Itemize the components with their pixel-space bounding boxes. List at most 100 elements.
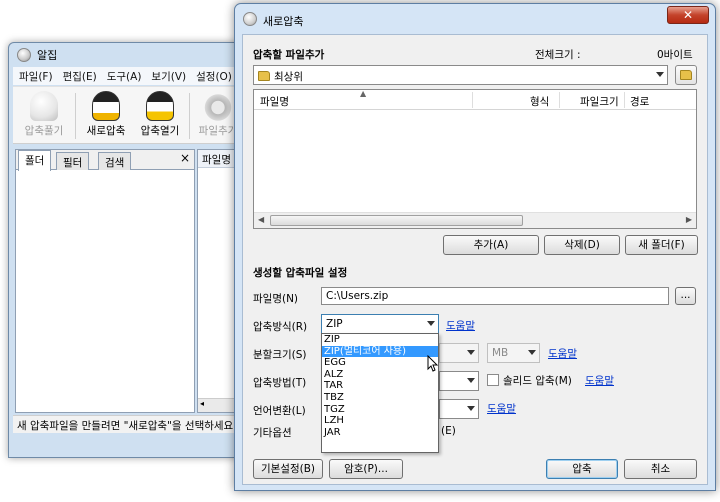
scroll-thumb[interactable]: [270, 215, 523, 226]
method-option-zip[interactable]: ZIP: [322, 334, 438, 346]
chevron-down-icon: [467, 378, 475, 383]
column-path[interactable]: 경로: [630, 94, 649, 109]
main-window-title: 알집: [37, 49, 58, 62]
add-button[interactable]: 추가(A): [443, 235, 539, 255]
column-type[interactable]: 형식: [530, 94, 549, 109]
close-button[interactable]: ✕: [667, 6, 709, 24]
location-combo[interactable]: 최상위: [253, 65, 668, 85]
solid-checkbox[interactable]: [487, 374, 499, 386]
method-option-alz[interactable]: ALZ: [322, 369, 438, 381]
main-window: 알집 파일(F) 편집(E) 도구(A) 보기(V) 설정(O) 압축풀기 새로…: [8, 42, 240, 458]
folder-up-icon: [680, 70, 692, 80]
alzip-app-icon: [17, 48, 31, 62]
solid-help-link[interactable]: 도움말: [585, 373, 614, 388]
split-unit-combo[interactable]: MB: [487, 343, 540, 363]
total-size-label: 전체크기 :: [535, 49, 581, 61]
file-list-header: ▲ 파일명 형식 파일크기 경로: [254, 89, 696, 110]
chevron-down-icon: [427, 321, 435, 326]
folder-up-button[interactable]: [675, 65, 697, 85]
column-divider: [624, 92, 625, 108]
tab-search[interactable]: 검색: [98, 152, 132, 170]
new-archive-button[interactable]: 새로압축: [77, 91, 135, 138]
other-options-label: 기타옵션: [253, 427, 292, 439]
file-list[interactable]: ▲ 파일명 형식 파일크기 경로 ◀ ▶: [253, 89, 697, 229]
solid-label: 솔리드 압축(M): [503, 375, 572, 387]
browse-button[interactable]: ...: [675, 287, 696, 305]
new-folder-button[interactable]: 새 폴더(F): [625, 235, 698, 255]
method-option-tar[interactable]: TAR: [322, 380, 438, 392]
main-titlebar: 알집: [17, 46, 57, 64]
filename-input[interactable]: C:\Users.zip: [321, 287, 669, 305]
method-option-zip-multicore[interactable]: ZIP(멀티코어 사용): [322, 345, 438, 358]
method-value: ZIP: [326, 318, 343, 330]
menu-edit[interactable]: 편집(E): [63, 69, 97, 84]
language-combo[interactable]: [439, 399, 479, 419]
chevron-down-icon: [528, 350, 536, 355]
compress-method-label: 압축방법(T): [253, 377, 307, 389]
folder-panel: 폴더 필터 검색 ×: [15, 149, 195, 413]
settings-section-label: 생성할 압축파일 설정: [253, 267, 348, 279]
compress-level-combo[interactable]: [439, 371, 479, 391]
cancel-button[interactable]: 취소: [624, 459, 697, 479]
new-archive-dialog: 새로압축 ✕ 압축할 파일추가 전체크기 : 0바이트 최상위 ▲ 파일명 형식…: [234, 3, 716, 491]
main-toolbar: 압축풀기 새로압축 압축열기 파일추가: [13, 86, 239, 144]
file-list-hscrollbar[interactable]: ◀ ▶: [254, 212, 696, 228]
menu-view[interactable]: 보기(V): [151, 69, 186, 84]
egg-icon: [30, 91, 58, 121]
status-bar: 새 압축파일을 만들려면 "새로압축"을 선택하세요: [13, 415, 239, 433]
other-options-suffix: (E): [441, 425, 456, 437]
dialog-client: 압축할 파일추가 전체크기 : 0바이트 최상위 ▲ 파일명 형식 파일크기 경…: [242, 34, 708, 485]
tab-filter[interactable]: 필터: [56, 152, 90, 170]
language-help-link[interactable]: 도움말: [487, 401, 516, 416]
mouse-cursor-icon: [427, 355, 439, 372]
penguin-open-icon: [146, 91, 174, 121]
column-divider: [472, 92, 473, 108]
method-option-lzh[interactable]: LZH: [322, 415, 438, 427]
method-combo[interactable]: ZIP: [321, 314, 439, 334]
chevron-down-icon: [467, 406, 475, 411]
column-filename[interactable]: 파일명: [260, 94, 289, 109]
compress-button[interactable]: 압축: [546, 459, 618, 479]
folder-icon: [258, 71, 270, 81]
toolbar-separator: [75, 93, 76, 139]
menu-file[interactable]: 파일(F): [19, 69, 53, 84]
split-label: 분할크기(S): [253, 349, 307, 361]
split-size-combo[interactable]: [439, 343, 479, 363]
chevron-down-icon: [656, 72, 664, 77]
method-option-tgz[interactable]: TGZ: [322, 404, 438, 416]
menu-settings[interactable]: 설정(O): [196, 69, 232, 84]
method-label: 압축방식(R): [253, 321, 308, 333]
extract-button[interactable]: 압축풀기: [15, 91, 73, 138]
close-icon: ✕: [682, 8, 694, 22]
close-icon[interactable]: ×: [180, 151, 190, 165]
preferences-button[interactable]: 기본설정(B): [253, 459, 323, 479]
dialog-titlebar: 새로압축 ✕: [235, 4, 715, 34]
chevron-down-icon: [467, 350, 475, 355]
menu-tools[interactable]: 도구(A): [107, 69, 142, 84]
total-size-value: 0바이트: [657, 49, 693, 61]
split-help-link[interactable]: 도움말: [548, 346, 577, 361]
column-size[interactable]: 파일크기: [580, 94, 619, 109]
scroll-left-icon[interactable]: ◀: [258, 215, 264, 224]
method-dropdown-list[interactable]: ZIP ZIP(멀티코어 사용) EGG ALZ TAR TBZ TGZ LZH…: [321, 333, 439, 453]
column-divider: [559, 92, 560, 108]
method-help-link[interactable]: 도움말: [446, 318, 475, 333]
panel-tabs: 폴더 필터 검색 ×: [16, 150, 194, 171]
main-menubar: 파일(F) 편집(E) 도구(A) 보기(V) 설정(O): [13, 67, 239, 85]
password-button[interactable]: 암호(P)...: [329, 459, 403, 479]
alzip-app-icon: [243, 12, 257, 26]
delete-button[interactable]: 삭제(D): [544, 235, 620, 255]
method-option-tbz[interactable]: TBZ: [322, 392, 438, 404]
scroll-right-icon[interactable]: ▶: [686, 215, 692, 224]
filename-label: 파일명(N): [253, 293, 299, 305]
method-option-jar[interactable]: JAR: [322, 427, 438, 439]
open-archive-button[interactable]: 압축열기: [131, 91, 189, 138]
penguin-new-icon: [92, 91, 120, 121]
tab-folder[interactable]: 폴더: [18, 150, 52, 171]
method-option-egg[interactable]: EGG: [322, 357, 438, 369]
language-label: 언어변환(L): [253, 405, 306, 417]
location-value: 최상위: [274, 71, 303, 83]
add-file-button[interactable]: 파일추가: [189, 91, 239, 138]
add-files-section-label: 압축할 파일추가: [253, 49, 325, 61]
dialog-title: 새로압축: [263, 15, 304, 28]
